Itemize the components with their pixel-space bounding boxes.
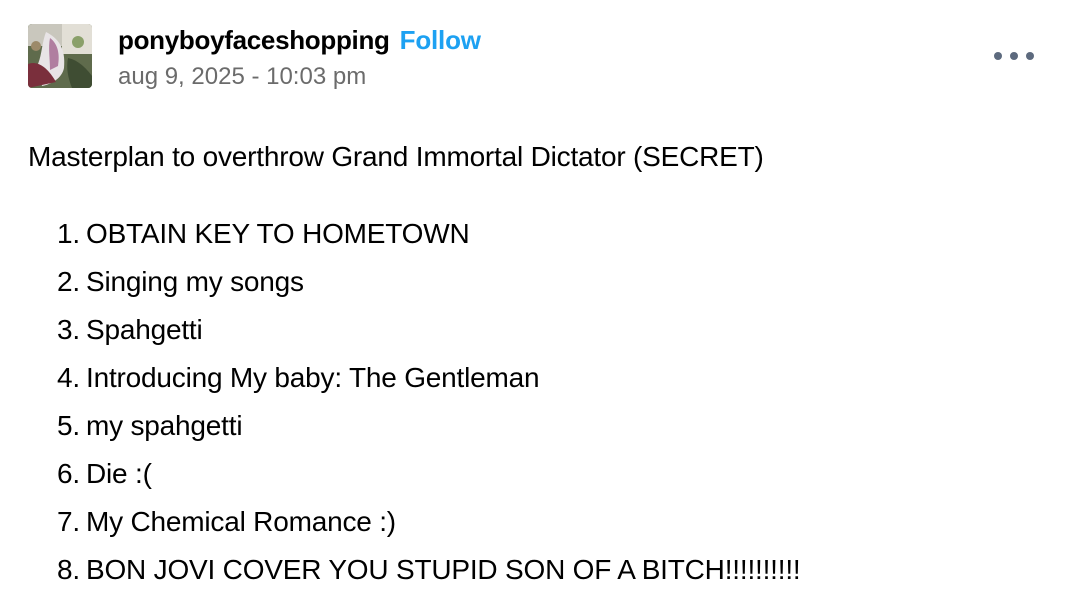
list-item-text: Singing my songs: [86, 266, 304, 297]
post-timestamp[interactable]: aug 9, 2025 - 10:03 pm: [118, 62, 481, 92]
list-item-number: 7.: [57, 506, 80, 537]
post-header: ponyboyfaceshopping Follow aug 9, 2025 -…: [28, 24, 481, 92]
post-meta: ponyboyfaceshopping Follow aug 9, 2025 -…: [118, 24, 481, 92]
list-item-number: 2.: [57, 266, 80, 297]
list-item-number: 3.: [57, 314, 80, 345]
list-item: 6. Die :(: [28, 454, 1028, 502]
author-username[interactable]: ponyboyfaceshopping: [118, 24, 390, 56]
list-item: 3. Spahgetti: [28, 310, 1028, 358]
list-item-number: 5.: [57, 410, 80, 441]
list-item: 8. BON JOVI COVER YOU STUPID SON OF A BI…: [28, 550, 1028, 598]
list-item-number: 6.: [57, 458, 80, 489]
avatar[interactable]: [28, 24, 92, 88]
list-item-text: OBTAIN KEY TO HOMETOWN: [86, 218, 470, 249]
list-item-text: my spahgetti: [86, 410, 243, 441]
list-item: 1. OBTAIN KEY TO HOMETOWN: [28, 214, 1028, 262]
list-item-number: 4.: [57, 362, 80, 393]
list-item-text: BON JOVI COVER YOU STUPID SON OF A BITCH…: [86, 554, 801, 585]
avatar-image: [28, 24, 92, 88]
plan-list: 1. OBTAIN KEY TO HOMETOWN 2. Singing my …: [28, 214, 1028, 598]
list-item: 5. my spahgetti: [28, 406, 1028, 454]
ellipsis-icon: [1010, 52, 1018, 60]
list-item-number: 8.: [57, 554, 80, 585]
list-item: 4. Introducing My baby: The Gentleman: [28, 358, 1028, 406]
list-item-text: Spahgetti: [86, 314, 203, 345]
post-intro-text: Masterplan to overthrow Grand Immortal D…: [28, 141, 764, 172]
list-item: 2. Singing my songs: [28, 262, 1028, 310]
follow-button[interactable]: Follow: [400, 24, 481, 56]
ellipsis-icon: [1026, 52, 1034, 60]
list-item: 7. My Chemical Romance :): [28, 502, 1028, 550]
list-item-text: Introducing My baby: The Gentleman: [86, 362, 540, 393]
list-item-text: My Chemical Romance :): [86, 506, 396, 537]
list-item-number: 1.: [57, 218, 80, 249]
author-row: ponyboyfaceshopping Follow: [118, 24, 481, 60]
more-options-button[interactable]: [994, 46, 1034, 66]
ellipsis-icon: [994, 52, 1002, 60]
list-item-text: Die :(: [86, 458, 152, 489]
